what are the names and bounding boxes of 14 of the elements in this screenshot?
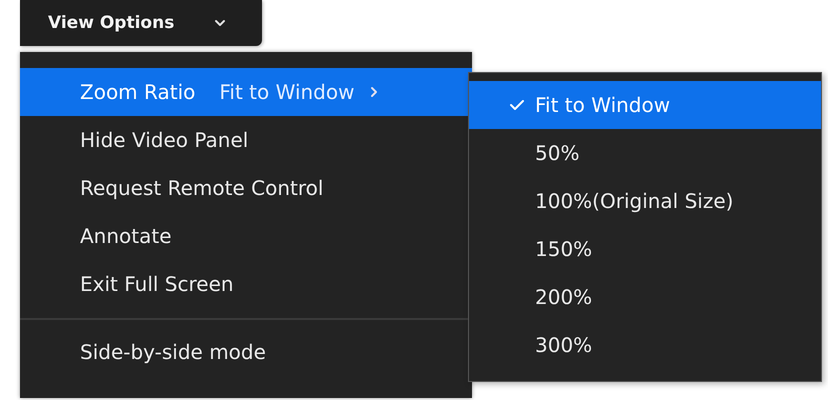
submenu-item[interactable]: Fit to Window [469, 81, 821, 129]
menu-item[interactable]: Zoom Ratio Fit to Window [20, 68, 472, 116]
submenu-item[interactable]: 200% [469, 273, 821, 321]
menu-item[interactable]: Exit Full Screen [20, 260, 472, 308]
menu-item[interactable]: Side-by-side mode [20, 328, 472, 376]
submenu-item[interactable]: 100%(Original Size) [469, 177, 821, 225]
view-options-button[interactable]: View Options [20, 0, 262, 46]
submenu-item[interactable]: 300% [469, 321, 821, 369]
menu-item[interactable]: Annotate [20, 212, 472, 260]
chevron-down-icon [214, 19, 226, 27]
menu-item[interactable]: Hide Video Panel [20, 116, 472, 164]
submenu-item[interactable]: 150% [469, 225, 821, 273]
submenu-item[interactable]: 50% [469, 129, 821, 177]
menu-item[interactable]: Request Remote Control [20, 164, 472, 212]
